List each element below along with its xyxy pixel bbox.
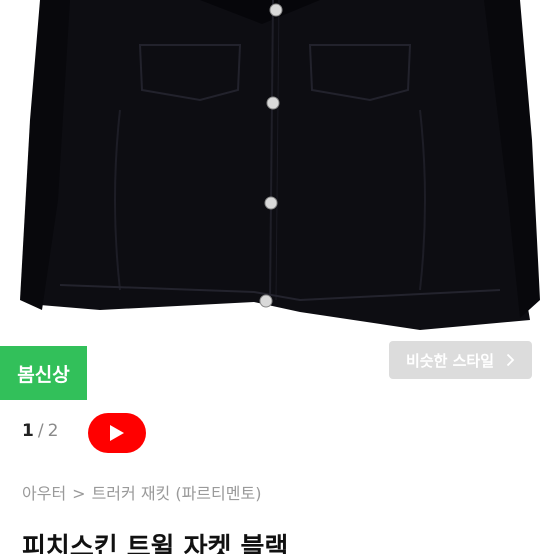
- image-pager: 1/2: [22, 421, 58, 441]
- similar-style-button[interactable]: 비슷한 스타일: [389, 341, 532, 379]
- pager-total: 2: [47, 421, 59, 441]
- similar-style-label: 비슷한 스타일: [405, 351, 495, 370]
- product-title: 피치스킨 트윌 자켓 블랙: [22, 533, 289, 554]
- breadcrumb-item[interactable]: 트러커 재킷 (파르티멘토): [92, 484, 262, 503]
- product-image[interactable]: [0, 0, 554, 335]
- pager-separator: /: [37, 421, 44, 441]
- breadcrumb: 아우터 > 트러커 재킷 (파르티멘토): [22, 480, 261, 504]
- breadcrumb-category[interactable]: 아우터: [22, 484, 66, 503]
- new-arrival-badge: 봄신상: [0, 346, 87, 400]
- pager-current: 1: [22, 421, 34, 441]
- play-icon: [110, 425, 124, 441]
- video-play-button[interactable]: [88, 413, 146, 453]
- jacket-illustration: [20, 0, 540, 330]
- chevron-right-icon: [506, 353, 515, 367]
- breadcrumb-separator: >: [72, 484, 86, 503]
